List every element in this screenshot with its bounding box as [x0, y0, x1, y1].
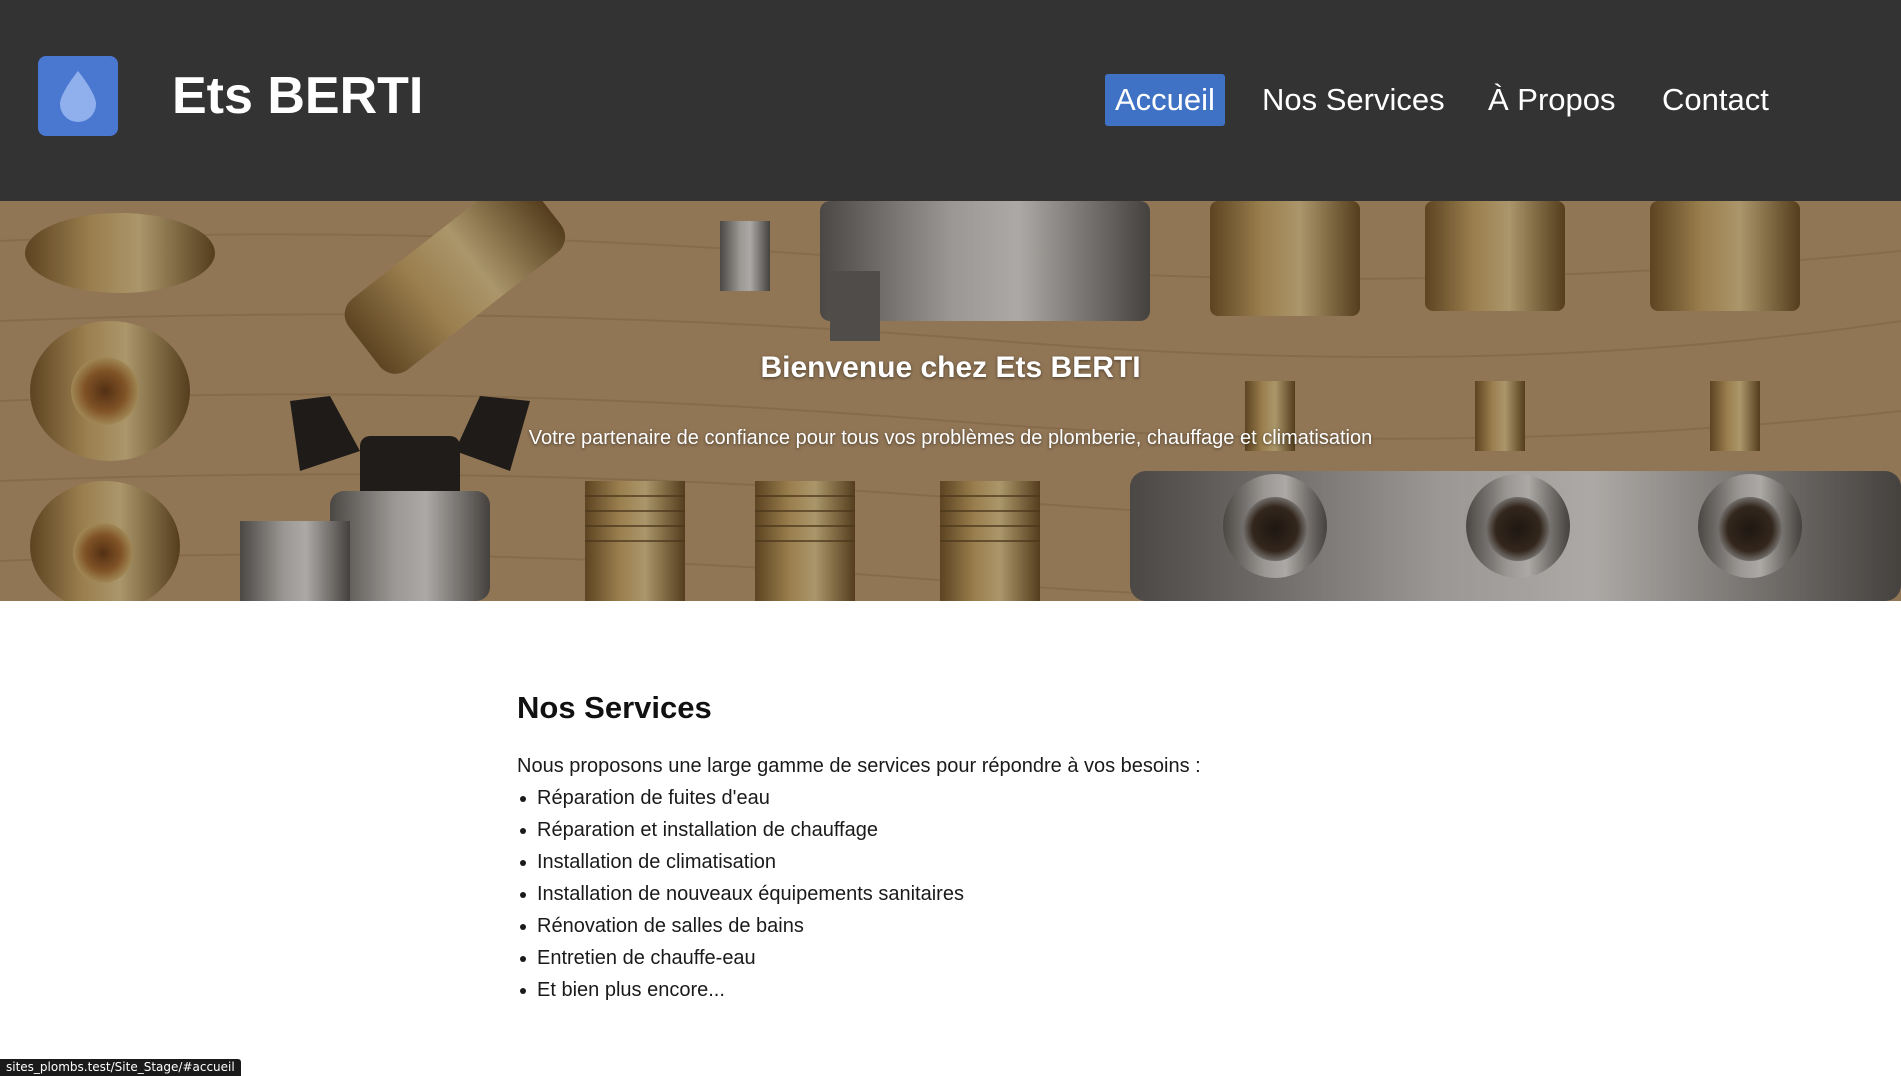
- list-item: Réparation et installation de chauffage: [517, 814, 1417, 846]
- services-heading: Nos Services: [517, 690, 712, 725]
- services-list: Réparation de fuites d'eau Réparation et…: [517, 782, 1417, 1006]
- browser-status-url: sites_plombs.test/Site_Stage/#accueil: [0, 1059, 241, 1076]
- services-section: Nos Services Nous proposons une large ga…: [517, 690, 1417, 1006]
- list-item: Et bien plus encore...: [517, 974, 1417, 1006]
- list-item: Installation de climatisation: [517, 846, 1417, 878]
- nav-accueil[interactable]: Accueil: [1105, 74, 1225, 126]
- list-item: Rénovation de salles de bains: [517, 910, 1417, 942]
- list-item: Réparation de fuites d'eau: [517, 782, 1417, 814]
- main-nav: Accueil Nos Services À Propos Contact: [0, 74, 1901, 126]
- hero-title: Bienvenue chez Ets BERTI: [760, 351, 1141, 384]
- site-header: Ets BERTI Accueil Nos Services À Propos …: [0, 0, 1901, 201]
- services-intro: Nous proposons une large gamme de servic…: [517, 755, 1201, 777]
- nav-a-propos[interactable]: À Propos: [1478, 74, 1626, 126]
- list-item: Installation de nouveaux équipements san…: [517, 878, 1417, 910]
- list-item: Entretien de chauffe-eau: [517, 942, 1417, 974]
- nav-nos-services[interactable]: Nos Services: [1252, 74, 1455, 126]
- nav-contact[interactable]: Contact: [1652, 74, 1779, 126]
- hero-banner: Bienvenue chez Ets BERTI Votre partenair…: [0, 201, 1901, 601]
- hero-subtitle: Votre partenaire de confiance pour tous …: [528, 427, 1373, 449]
